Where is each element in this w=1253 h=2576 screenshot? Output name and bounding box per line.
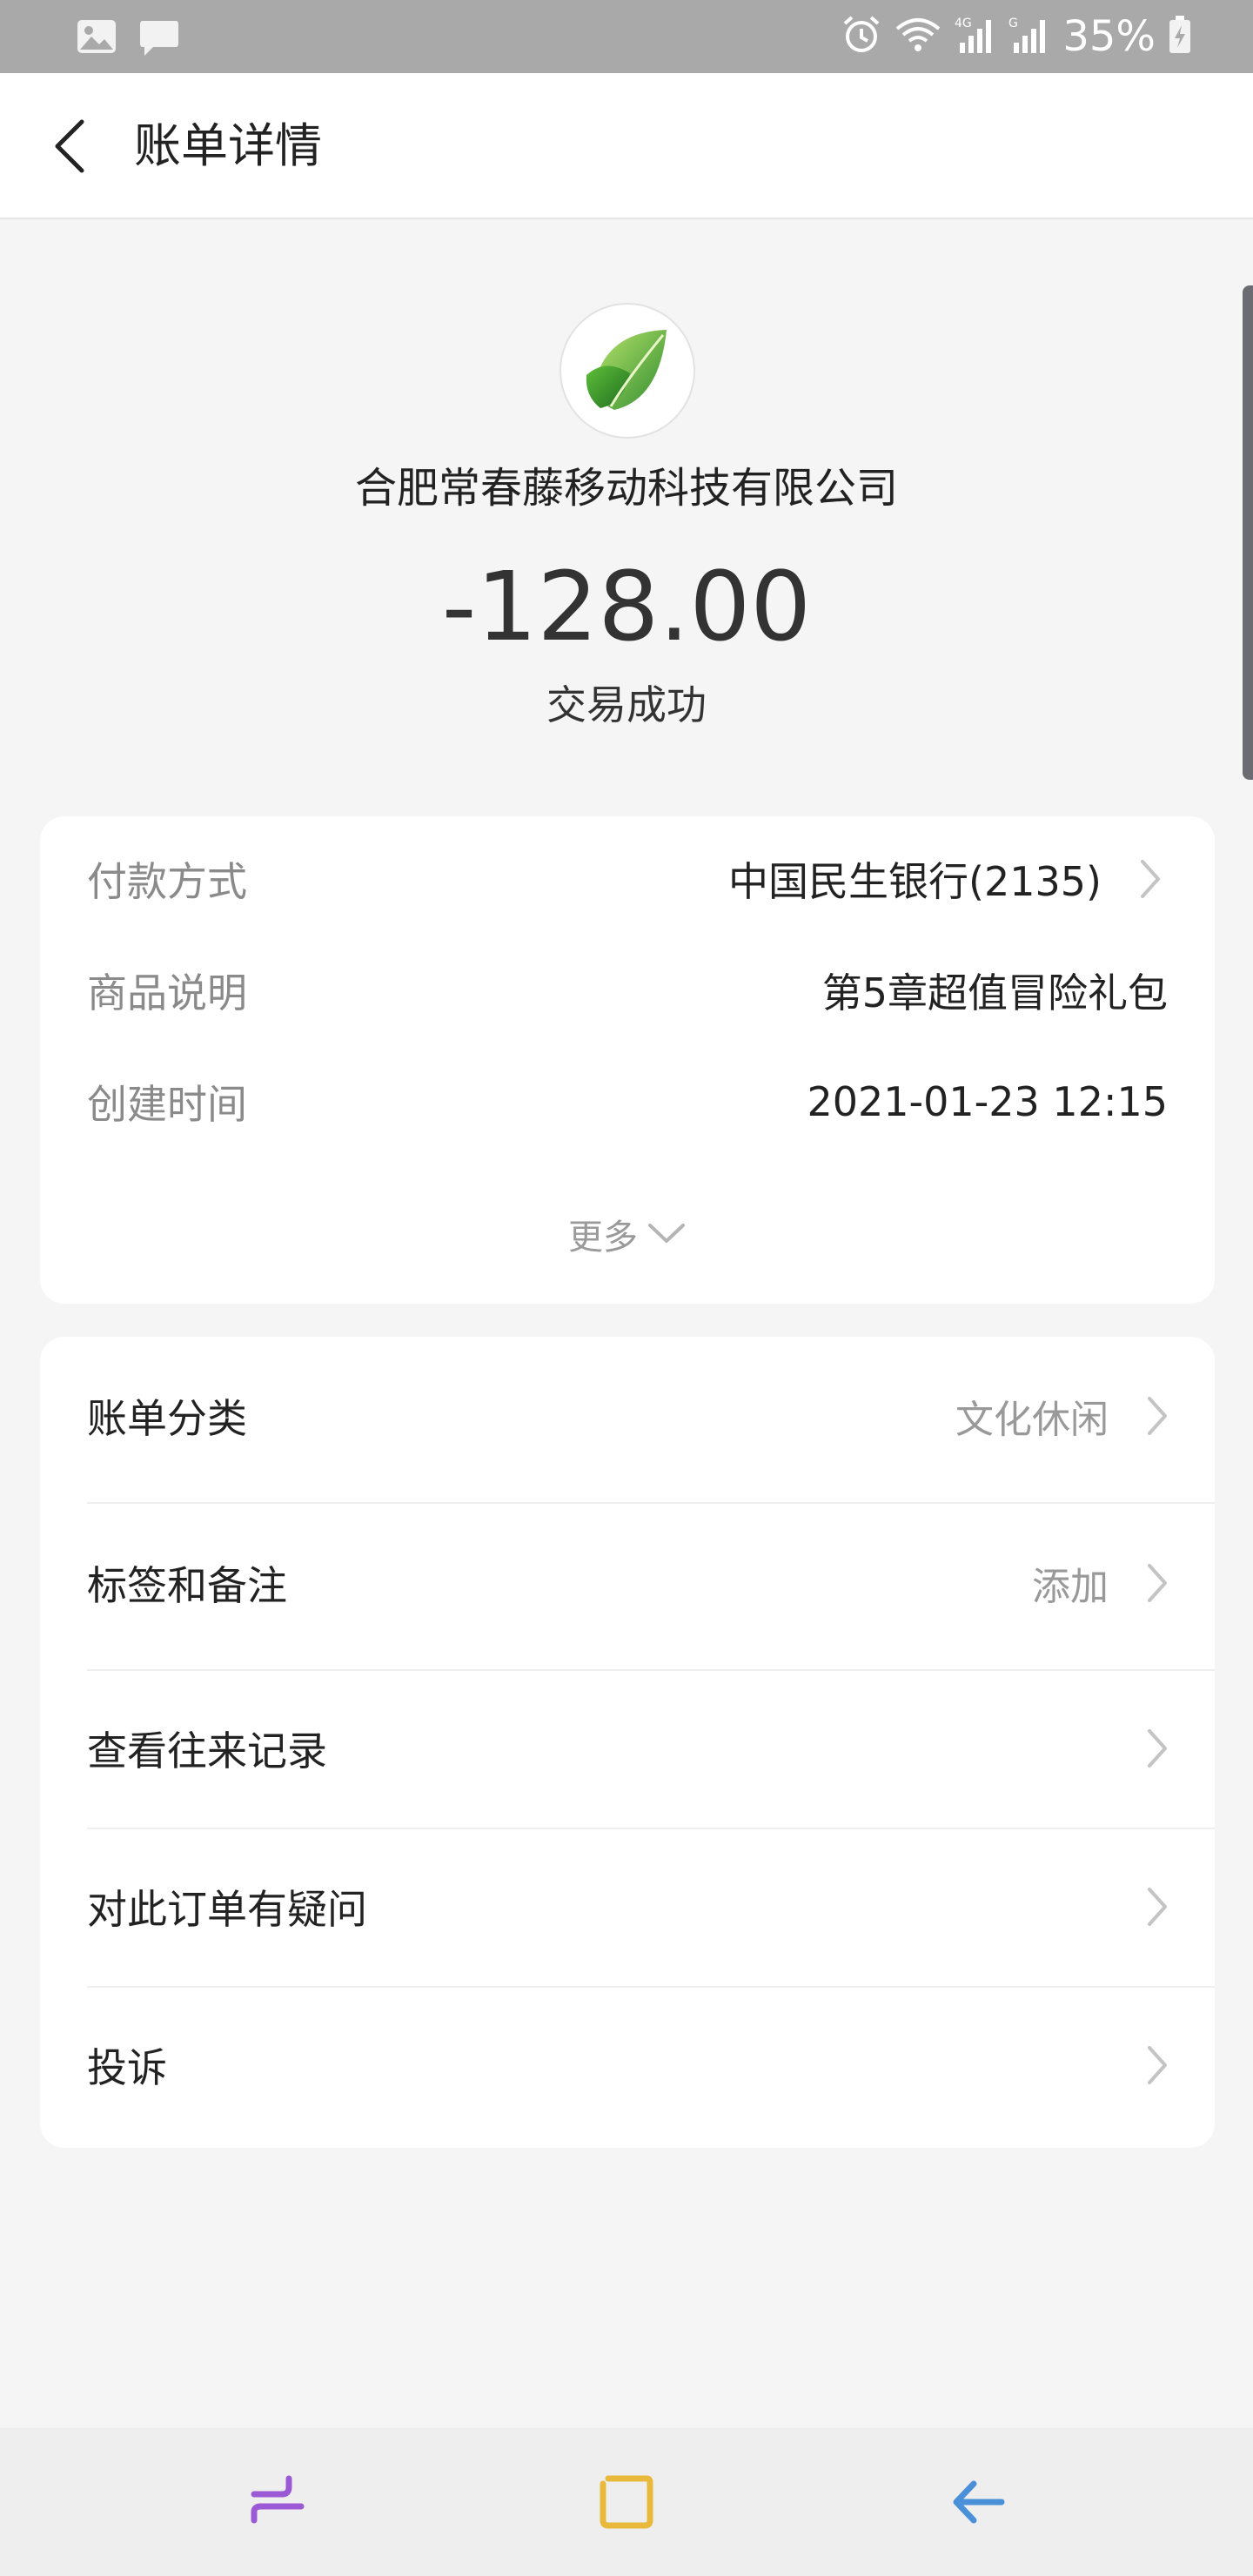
product-description-label: 商品说明 [87,969,247,1016]
menu-item-order-question[interactable]: 对此订单有疑问 [40,1828,1215,1986]
status-bar: 4G G 35% [0,0,1253,73]
transaction-status: 交易成功 [546,681,707,728]
bill-category-value: 文化休闲 [955,1398,1109,1442]
back-nav-icon [953,2480,1005,2524]
green-leaf-logo [586,330,667,410]
menu-item-transaction-history[interactable]: 查看往来记录 [40,1669,1215,1828]
back-arrow-icon [55,119,84,173]
payment-method-label: 付款方式 [87,858,247,905]
created-time-row: 创建时间 2021-01-23 12:15 [87,1067,1168,1137]
home-icon [600,2475,653,2529]
product-description-value: 第5章超值冒险礼包 [821,969,1168,1016]
alarm-icon [841,15,881,58]
transaction-amount: -128.00 [441,551,812,662]
merchant-logo [559,303,695,439]
created-time-label: 创建时间 [87,1081,247,1128]
chevron-right-icon [1140,1390,1175,1442]
more-label: 更多 [568,1218,638,1258]
svg-text:G: G [1008,17,1018,30]
transaction-history-label: 查看往来记录 [87,1727,327,1774]
system-navigation-bar [0,2428,1253,2576]
home-button[interactable] [587,2463,666,2541]
signal-icon: G [1008,15,1050,58]
menu-item-bill-category[interactable]: 账单分类 文化休闲 [40,1337,1215,1495]
product-description-row: 商品说明 第5章超值冒险礼包 [87,956,1168,1025]
svg-text:4G: 4G [955,17,972,30]
page-title: 账单详情 [134,118,322,173]
menu-item-tags-notes[interactable]: 标签和备注 添加 [40,1504,1215,1662]
payment-method-row[interactable]: 付款方式 中国民生银行(2135) [87,844,1168,914]
chevron-right-icon [1140,2039,1175,2091]
order-question-label: 对此订单有疑问 [87,1886,367,1933]
chevron-right-icon [1140,1557,1175,1609]
bill-actions-card: 账单分类 文化休闲 标签和备注 添加 查看往来记录 对此订单有疑问 投诉 [40,1337,1215,2148]
back-nav-button[interactable] [939,2463,1017,2541]
transaction-details-card: 付款方式 中国民生银行(2135) 商品说明 第5章超值冒险礼包 创建时间 20… [40,816,1215,1304]
chevron-right-icon [1133,853,1168,905]
bill-category-label: 账单分类 [87,1395,247,1442]
wifi-icon [894,15,942,58]
back-button[interactable] [35,111,104,181]
battery-charging-icon [1168,15,1192,58]
recent-apps-icon [251,2475,305,2524]
tags-notes-label: 标签和备注 [87,1562,287,1609]
app-header: 账单详情 [0,73,1253,219]
merchant-name: 合肥常春藤移动科技有限公司 [354,464,898,513]
chevron-right-icon [1140,1881,1175,1933]
created-time-value: 2021-01-23 12:15 [807,1078,1168,1125]
menu-item-complaint[interactable]: 投诉 [40,1986,1215,2144]
chevron-right-icon [1140,1722,1175,1774]
image-icon [77,19,117,61]
complaint-label: 投诉 [87,2044,167,2091]
battery-percent: 35% [1062,12,1156,61]
recent-apps-button[interactable] [238,2463,317,2541]
tags-notes-value: 添加 [1032,1565,1109,1609]
more-button[interactable]: 更多 [40,1199,1215,1269]
message-icon [139,19,179,61]
payment-method-value: 中国民生银行(2135) [728,858,1102,905]
signal-4g-icon: 4G [955,15,996,58]
chevron-down-icon [648,1224,685,1243]
